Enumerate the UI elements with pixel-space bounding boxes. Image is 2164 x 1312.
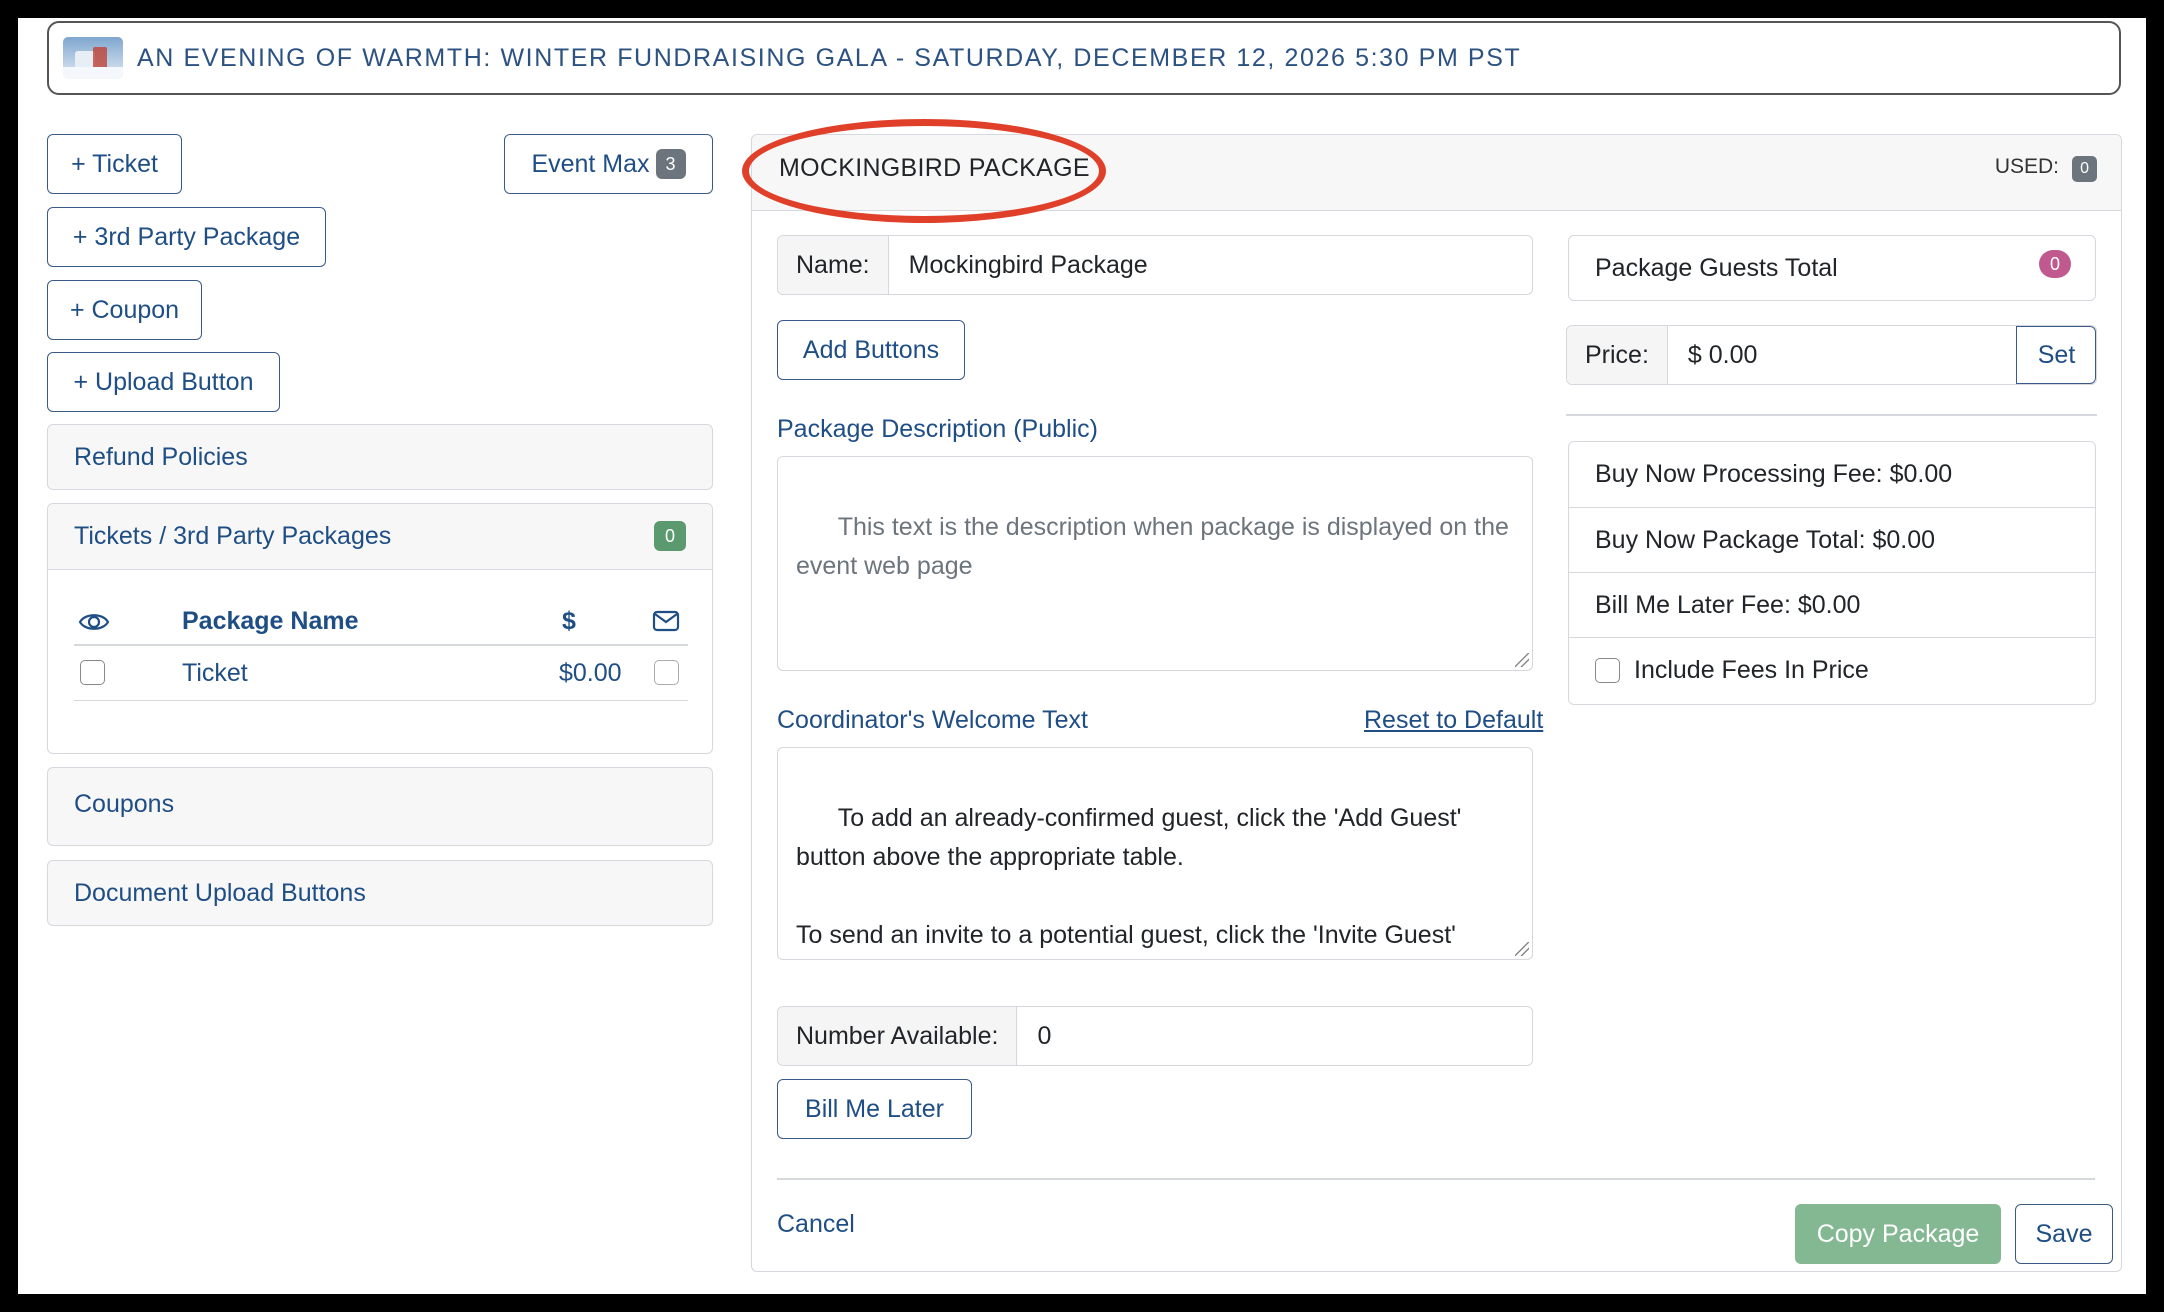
include-fees-label: Include Fees In Price [1634,655,1869,684]
guests-total-badge: 0 [2038,250,2071,278]
app-screen: AN EVENING OF WARMTH: WINTER FUNDRAISING… [18,18,2146,1294]
package-guests-total: Package Guests Total 0 [1568,235,2096,301]
fees-list: Buy Now Processing Fee: $0.00 Buy Now Pa… [1568,441,2096,705]
coupons-panel[interactable]: Coupons [47,767,713,846]
tickets-panel-title: Tickets / 3rd Party Packages [74,522,392,550]
bill-later-fee: Bill Me Later Fee: $0.00 [1569,572,2095,637]
name-input[interactable]: Mockingbird Package [889,236,1532,294]
row-package-name[interactable]: Ticket [182,659,248,688]
welcome-text: To add an already-confirmed guest, click… [796,804,1462,949]
bill-me-later-button[interactable]: Bill Me Later [777,1079,972,1139]
description-textarea[interactable]: This text is the description when packag… [777,456,1533,671]
row-email-checkbox[interactable] [654,660,679,685]
package-guests-total-label: Package Guests Total [1595,254,1838,282]
event-header: AN EVENING OF WARMTH: WINTER FUNDRAISING… [47,21,2121,95]
description-placeholder: This text is the description when packag… [796,513,1516,580]
resize-handle[interactable] [1515,653,1529,667]
document-upload-panel[interactable]: Document Upload Buttons [47,860,713,926]
tickets-panel-header[interactable]: Tickets / 3rd Party Packages 0 [48,504,712,570]
refund-policies-title: Refund Policies [74,443,248,471]
column-price: $ [562,607,576,635]
tickets-panel: Tickets / 3rd Party Packages 0 Package N… [47,503,713,754]
coupons-title: Coupons [74,790,175,818]
welcome-textarea[interactable]: To add an already-confirmed guest, click… [777,747,1533,960]
processing-fee: Buy Now Processing Fee: $0.00 [1595,460,1953,488]
set-price-button[interactable]: Set [2016,326,2096,384]
table-row: Ticket $0.00 [74,645,688,701]
event-max-button[interactable]: Event Max 3 [504,134,713,194]
tickets-count-badge: 0 [653,521,686,551]
column-package-name: Package Name [182,607,359,635]
copy-package-button[interactable]: Copy Package [1795,1204,2001,1264]
welcome-text-label: Coordinator's Welcome Text [777,706,1088,734]
number-available-label: Number Available: [778,1007,1018,1065]
reset-to-default-link[interactable]: Reset to Default [1364,706,1543,735]
add-coupon-button[interactable]: + Coupon [47,280,202,340]
add-3rd-party-package-button[interactable]: + 3rd Party Package [47,207,326,267]
number-available-input[interactable]: 0 [1017,1007,1532,1065]
price-divider [1566,414,2097,416]
footer-divider [777,1178,2095,1180]
price-input[interactable]: $ 0.00 [1668,326,2016,384]
description-label: Package Description (Public) [777,415,1098,443]
price-label: Price: [1567,326,1668,384]
highlight-circle-annotation [742,119,1106,223]
name-label: Name: [778,236,889,294]
used-count-badge: 0 [2072,156,2097,182]
save-button[interactable]: Save [2015,1204,2113,1264]
package-total: Buy Now Package Total: $0.00 [1569,507,2095,572]
event-max-count-badge: 3 [655,149,686,179]
event-thumbnail [63,37,123,79]
event-title: AN EVENING OF WARMTH: WINTER FUNDRAISING… [137,43,1522,72]
used-label: USED: [1994,155,2059,178]
name-input-group: Name: Mockingbird Package [777,235,1533,295]
add-buttons-button[interactable]: Add Buttons [777,320,965,380]
email-envelope-icon [652,610,680,632]
document-upload-title: Document Upload Buttons [74,879,366,907]
add-ticket-button[interactable]: + Ticket [47,134,182,194]
resize-handle[interactable] [1515,942,1529,956]
refund-policies-panel[interactable]: Refund Policies [47,424,713,490]
row-price: $0.00 [559,659,622,687]
visibility-eye-icon [78,614,110,630]
package-card-header: MOCKINGBIRD PACKAGE USED: 0 [742,119,2121,223]
row-visibility-checkbox[interactable] [80,660,105,685]
include-fees-row[interactable]: Include Fees In Price [1569,637,2095,702]
package-editor-card: MOCKINGBIRD PACKAGE USED: 0 Name: Mockin… [742,119,2122,1272]
event-max-label: Event Max [531,149,650,178]
price-input-group: Price: $ 0.00 Set [1566,325,2097,385]
include-fees-checkbox[interactable] [1595,657,1620,683]
add-upload-button[interactable]: + Upload Button [47,352,280,412]
cancel-link[interactable]: Cancel [777,1210,855,1239]
number-available-group: Number Available: 0 [777,1006,1533,1066]
